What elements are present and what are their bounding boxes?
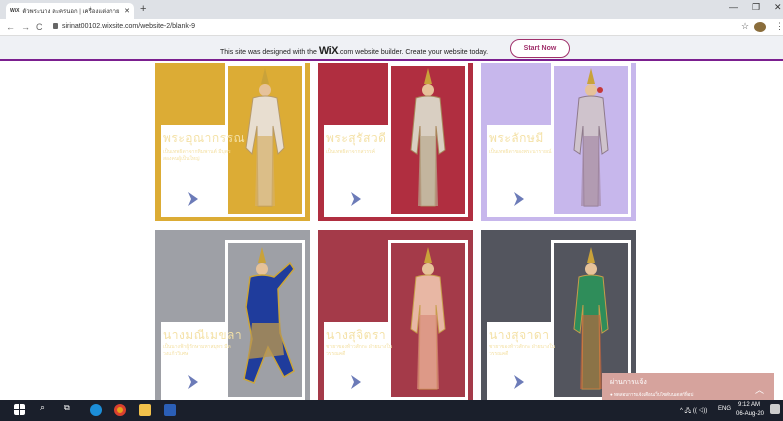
card-description: ชายาของท้าวสักกะ ฝ่ายนางในวรรณคดี (489, 344, 556, 357)
wix-promo-banner: This site was designed with the WiX.com … (0, 36, 783, 61)
card-title: พระลักษมี (489, 131, 544, 145)
chevron-right-icon[interactable] (185, 374, 201, 390)
character-card[interactable]: นางมณีเมขลา เป็นนางฟ้าผู้รักษามหาสมุทร ม… (155, 230, 310, 400)
dancer-figure (410, 68, 446, 207)
chrome-icon[interactable] (114, 404, 126, 416)
banner-text: This site was designed with the WiX.com … (220, 45, 489, 57)
chevron-right-icon[interactable] (185, 191, 201, 207)
clock-date[interactable]: 06-Aug-20 (736, 411, 764, 417)
card-title: พระสุรัสวดี (326, 131, 387, 145)
card-description: เป็นเทพธิดาจากสวรรค์ (326, 149, 376, 155)
wix-logo: WiX (318, 45, 339, 57)
dancer-figure (243, 247, 295, 384)
forward-button[interactable]: → (21, 22, 30, 32)
page-content: พระอุณากรรณ เป็นเทพธิดาจากหิมพานต์ มีบุต… (0, 63, 783, 400)
card-title: พระอุณากรรณ (163, 131, 246, 145)
edge-icon[interactable] (90, 404, 102, 416)
menu-kebab-icon[interactable]: ⋮ (775, 21, 783, 32)
lock-icon (53, 23, 58, 29)
reload-button[interactable]: C (36, 22, 43, 32)
card-title: นางสุจาดา (489, 328, 550, 342)
dancer-photo (551, 63, 631, 217)
maximize-button[interactable]: ❐ (752, 2, 760, 13)
dancer-photo (388, 63, 468, 217)
wix-favicon: WiX (10, 8, 20, 14)
file-explorer-icon[interactable] (139, 404, 151, 416)
character-card[interactable]: พระสุรัสวดี เป็นเทพธิดาจากสวรรค์ (318, 63, 473, 221)
search-icon[interactable]: ⌕ (40, 402, 45, 413)
tab-title: ตัวพระนาง ละครนอก | เครื่องแต่งกาย (22, 9, 120, 15)
start-now-button[interactable]: Start Now (510, 39, 570, 58)
url-field[interactable]: sirinat00102.wixsite.com/website-2/blank… (62, 23, 195, 30)
character-card[interactable]: พระลักษมี เป็นเทพธิดาของพระนารายณ์ (481, 63, 636, 221)
new-tab-button[interactable]: + (140, 3, 146, 15)
card-description: เป็นเทพธิดาจากหิมพานต์ มีบุตรสองคนผู้เป็… (163, 149, 231, 162)
notification-title: ผ่านการแจ้ง (610, 379, 647, 386)
dancer-photo (225, 240, 305, 400)
system-tray-icons[interactable]: ^ 🖧 (( ◁)) (680, 406, 707, 416)
browser-tab[interactable]: WiX ตัวพระนาง ละครนอก | เครื่องแต่งกาย ✕ (6, 3, 134, 19)
tab-close-icon[interactable]: ✕ (124, 7, 134, 15)
chevron-right-icon[interactable] (511, 191, 527, 207)
notification-desc: ● ทดสอบการแจ้งเตือนเว็บไซต์บนเดสก์ท็อป (610, 392, 694, 397)
chevron-right-icon[interactable] (348, 191, 364, 207)
dancer-figure (410, 247, 446, 390)
card-title: นางสุจิตรา (326, 328, 387, 342)
address-bar-row: ← → C sirinat00102.wixsite.com/website-2… (0, 19, 783, 36)
browser-tab-strip: WiX ตัวพระนาง ละครนอก | เครื่องแต่งกาย ✕… (0, 0, 783, 19)
language-indicator[interactable]: ENG (718, 406, 731, 412)
minimize-button[interactable]: — (729, 2, 738, 12)
chevron-right-icon[interactable] (348, 374, 364, 390)
word-icon[interactable] (164, 404, 176, 416)
dancer-photo (388, 240, 468, 400)
windows-start-icon[interactable] (14, 404, 25, 415)
card-description: เป็นเทพธิดาของพระนารายณ์ (489, 149, 552, 155)
card-title: นางมณีเมขลา (163, 328, 243, 342)
chevron-up-icon[interactable]: ︿ (755, 383, 764, 396)
task-view-icon[interactable]: ⧉ (64, 403, 70, 413)
close-window-button[interactable]: ✕ (774, 2, 782, 13)
chevron-right-icon[interactable] (511, 374, 527, 390)
card-description: ชายาของท้าวสักกะ ฝ่ายนางในวรรณคดี (326, 344, 393, 357)
back-button[interactable]: ← (6, 22, 15, 32)
dancer-figure (573, 68, 609, 207)
bookmark-star-icon[interactable]: ☆ (741, 21, 749, 32)
character-card[interactable]: นางสุจิตรา ชายาของท้าวสักกะ ฝ่ายนางในวรร… (318, 230, 473, 400)
profile-avatar[interactable] (754, 22, 766, 32)
clock-time[interactable]: 9:12 AM (738, 402, 760, 408)
windows-taskbar: ⌕ ⧉ ^ 🖧 (( ◁)) ENG 9:12 AM 06-Aug-20 (0, 400, 783, 421)
notification-center-icon[interactable] (770, 404, 780, 414)
character-card[interactable]: พระอุณากรรณ เป็นเทพธิดาจากหิมพานต์ มีบุต… (155, 63, 310, 221)
card-description: เป็นนางฟ้าผู้รักษามหาสมุทร มีดวงแก้ววิเศ… (163, 344, 231, 357)
